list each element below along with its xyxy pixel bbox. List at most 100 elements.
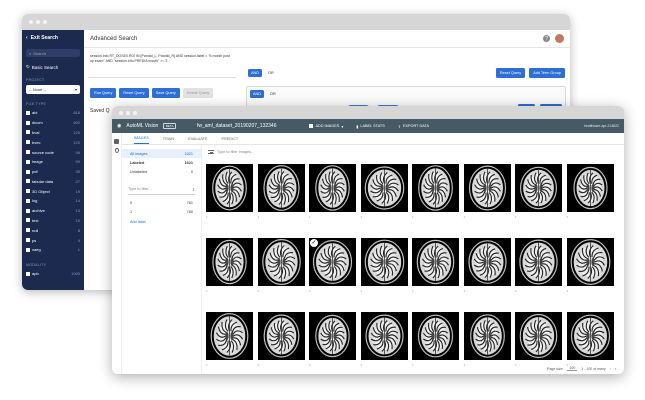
image-tile[interactable]: 1 (412, 312, 459, 367)
label-item[interactable]: 0 761 (122, 199, 201, 208)
tab-images[interactable]: IMAGES (134, 136, 149, 144)
account-name[interactable]: healthcare-api-214822 (584, 124, 619, 128)
page-size-select[interactable]: 100 (567, 366, 578, 371)
window-dot-maximize[interactable] (133, 110, 137, 115)
checkbox[interactable] (26, 208, 30, 213)
avatar[interactable] (555, 34, 564, 43)
checkbox[interactable] (26, 271, 30, 276)
add-term-group-button[interactable]: Add Term Group (529, 68, 565, 78)
file-type-item[interactable]: text 10 (22, 216, 84, 226)
image-tile[interactable]: 1 (566, 164, 614, 219)
image-tile[interactable]: 1 (566, 238, 614, 293)
file-type-item[interactable]: tabular data 27 (22, 176, 84, 186)
tab-evaluate[interactable]: EVALUATE (188, 137, 207, 144)
checkbox[interactable] (26, 189, 30, 194)
image-tile[interactable]: 1 (515, 312, 562, 367)
image-status-item[interactable]: Unlabeled 0 (122, 167, 201, 176)
image-status-item[interactable]: Labeled 1621 (122, 158, 201, 167)
image-tile[interactable]: 1 ✓ (309, 238, 356, 293)
chevron-right-icon[interactable]: › (615, 367, 616, 371)
file-type-item[interactable]: null 8 (22, 225, 84, 235)
reset-query-button[interactable]: Reset Query (119, 88, 149, 98)
image-tile[interactable]: 1 (257, 312, 305, 367)
checkbox[interactable] (26, 198, 30, 203)
checkbox[interactable] (26, 228, 30, 233)
sidebar-search-input[interactable]: ⌕ Search (26, 49, 80, 57)
chevron-left-icon[interactable]: ‹ (610, 367, 611, 371)
window-dot-minimize[interactable] (126, 110, 130, 115)
image-tile[interactable]: 1 (206, 238, 253, 293)
image-tile[interactable]: 1 (412, 164, 459, 219)
image-filter-input[interactable]: Type to filter images... (202, 146, 624, 158)
checkbox[interactable] (26, 169, 30, 174)
checkbox[interactable] (26, 179, 30, 184)
label-stats-button[interactable]: ▮ LABEL STATS (356, 124, 385, 129)
checkbox[interactable] (26, 218, 30, 223)
file-type-item[interactable]: archive 13 (22, 206, 84, 216)
export-data-button[interactable]: ⇪ EXPORT DATA (398, 124, 429, 129)
image-tile[interactable]: 1 (257, 238, 305, 293)
checkbox[interactable] (26, 238, 30, 243)
image-tile[interactable]: 1 (309, 312, 356, 367)
image-tile[interactable]: 1 (515, 164, 562, 219)
file-type-item[interactable]: dicom 692 (22, 118, 84, 128)
tab-train[interactable]: TRAIN (163, 137, 174, 144)
image-tile[interactable]: 1 (309, 164, 356, 219)
file-type-item[interactable]: abi 818 (22, 108, 84, 118)
project-select[interactable]: -- None -- ▾ (26, 85, 80, 94)
file-type-item[interactable]: pdf 39 (22, 167, 84, 177)
file-type-item[interactable]: source code 96 (22, 147, 84, 157)
window-dot-close[interactable] (29, 20, 33, 24)
image-tile[interactable]: 1 (206, 164, 253, 219)
image-status-item[interactable]: All images 1621 (122, 149, 201, 159)
modality-item[interactable]: apb 1065 (22, 269, 84, 279)
file-type-item[interactable]: log 14 (22, 196, 84, 206)
and-toggle[interactable]: AND (248, 69, 263, 77)
image-tile[interactable]: 1 (463, 312, 511, 367)
save-query-button[interactable]: Save Query (151, 88, 180, 98)
or-toggle[interactable]: OR (265, 69, 277, 77)
checkbox[interactable] (26, 140, 30, 145)
image-tile[interactable]: 1 (360, 164, 408, 219)
group-or-toggle[interactable]: OR (267, 90, 279, 98)
run-query-button[interactable]: Run Query (90, 88, 117, 98)
group-and-toggle[interactable]: AND (250, 90, 265, 98)
window-dot-minimize[interactable] (36, 20, 40, 24)
checkbox[interactable] (26, 130, 30, 135)
image-tile[interactable]: 1 (515, 238, 562, 293)
query-textarea[interactable]: session.info.RT_DOSE0.ROI IN [Parotid_L,… (88, 52, 236, 78)
image-tile[interactable]: 1 (360, 312, 408, 367)
checkbox[interactable] (26, 159, 30, 164)
sort-icon[interactable]: ⇕ (192, 187, 195, 192)
dataset-list-icon[interactable] (114, 139, 119, 144)
delete-query-button[interactable]: Delete Query (182, 88, 214, 98)
help-icon[interactable]: ? (543, 35, 550, 42)
checkbox[interactable] (26, 247, 30, 252)
add-images-button[interactable]: ADD IMAGES ▾ (309, 124, 343, 129)
label-filter-input[interactable]: Type to filter... ⇕ (128, 187, 195, 195)
image-tile[interactable]: 1 (463, 238, 511, 293)
checkbox[interactable] (26, 120, 30, 125)
selected-check-icon[interactable]: ✓ (310, 239, 318, 247)
file-type-item[interactable]: 3D Object 19 (22, 186, 84, 196)
file-type-item[interactable]: image 59 (22, 157, 84, 167)
builder-reset-button[interactable]: Reset Query (495, 68, 526, 78)
image-tile[interactable]: 1 (463, 164, 511, 219)
file-type-item[interactable]: xaeg 1 (22, 245, 84, 255)
window-dot-maximize[interactable] (43, 20, 47, 24)
tab-predict[interactable]: PREDICT (221, 137, 238, 144)
image-tile[interactable]: 1 (257, 164, 305, 219)
checkbox[interactable] (26, 110, 30, 115)
image-tile[interactable]: 1 (412, 238, 459, 293)
image-tile[interactable]: 1 (206, 312, 253, 367)
window-dot-close[interactable] (119, 110, 123, 115)
basic-search-link[interactable]: ↻ Basic Search (22, 60, 84, 74)
checkbox[interactable] (26, 150, 30, 155)
file-type-item[interactable]: bvec 120 (22, 137, 84, 147)
add-label-link[interactable]: Add label (122, 217, 201, 227)
label-item[interactable]: 1 760 (122, 208, 201, 217)
image-tile[interactable]: 1 (566, 312, 614, 367)
image-tile[interactable]: 1 (360, 238, 408, 293)
file-type-item[interactable]: bval 120 (22, 128, 84, 138)
exit-search-button[interactable]: ‹ Exit Search (22, 30, 84, 46)
